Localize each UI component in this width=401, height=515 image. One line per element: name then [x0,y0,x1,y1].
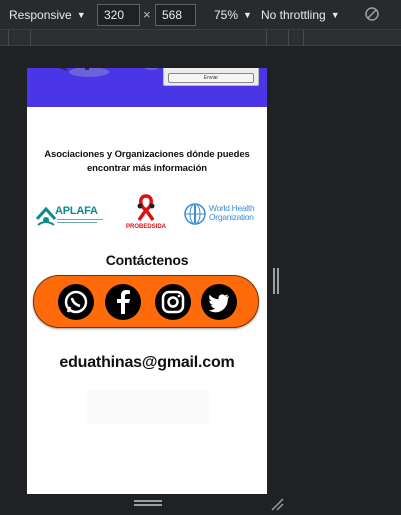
height-resize-handle[interactable] [134,500,162,508]
red-ribbon-icon [137,194,155,222]
device-mode-dropdown[interactable]: Responsive ▼ [9,7,86,23]
zoom-label: 75% [214,8,239,22]
contact-title: Contáctenos [105,252,189,268]
zoom-dropdown[interactable]: 75% ▼ [214,7,252,23]
footer-placeholder [87,390,209,424]
media-query-ruler [0,30,401,46]
chevron-down-icon: ▼ [330,10,340,20]
probedsida-logo[interactable]: PROBEDSIDA [119,194,173,234]
whatsapp-icon[interactable] [58,284,94,320]
aplafa-tagline [57,219,103,221]
throttling-label: No throttling [261,8,326,22]
organizations-heading: Asociaciones y Organizaciones dónde pued… [44,149,250,174]
contact-email[interactable]: eduathinas@gmail.com [27,354,267,372]
aplafa-logo[interactable]: APLAFA [33,201,103,235]
width-input[interactable]: 320 [97,4,140,26]
device-mode-label: Responsive [9,8,72,22]
who-logo[interactable]: World Health Organization [181,201,263,229]
height-input[interactable]: 568 [155,4,196,26]
corner-resize-handle[interactable] [270,497,284,511]
contact-form: Enviar [163,68,259,86]
throttling-dropdown[interactable]: No throttling ▼ [261,7,340,23]
aplafa-emblem-icon [35,206,57,226]
dimension-separator: × [143,7,151,22]
page-viewport: Enviar Asociaciones y Organizaciones dón… [27,68,267,494]
twitter-icon[interactable] [201,284,237,320]
rotate-icon[interactable] [364,6,380,22]
social-links-bar [33,275,259,328]
facebook-icon[interactable] [105,284,141,320]
aplafa-tagline [57,222,97,224]
instagram-icon[interactable] [155,284,191,320]
who-emblem-icon [184,203,206,225]
chevron-down-icon: ▼ [76,10,86,20]
send-button[interactable]: Enviar [168,73,254,83]
width-resize-handle[interactable] [273,268,279,294]
hero-illustration [59,68,157,77]
chevron-down-icon: ▼ [243,10,252,20]
hero-banner: Enviar [27,68,267,107]
probedsida-logo-text: PROBEDSIDA [125,224,166,230]
who-logo-text: World Health Organization [209,203,255,222]
aplafa-logo-text: APLAFA [55,205,98,217]
device-toolbar: Responsive ▼ 320 × 568 75% ▼ No throttling… [0,0,401,30]
